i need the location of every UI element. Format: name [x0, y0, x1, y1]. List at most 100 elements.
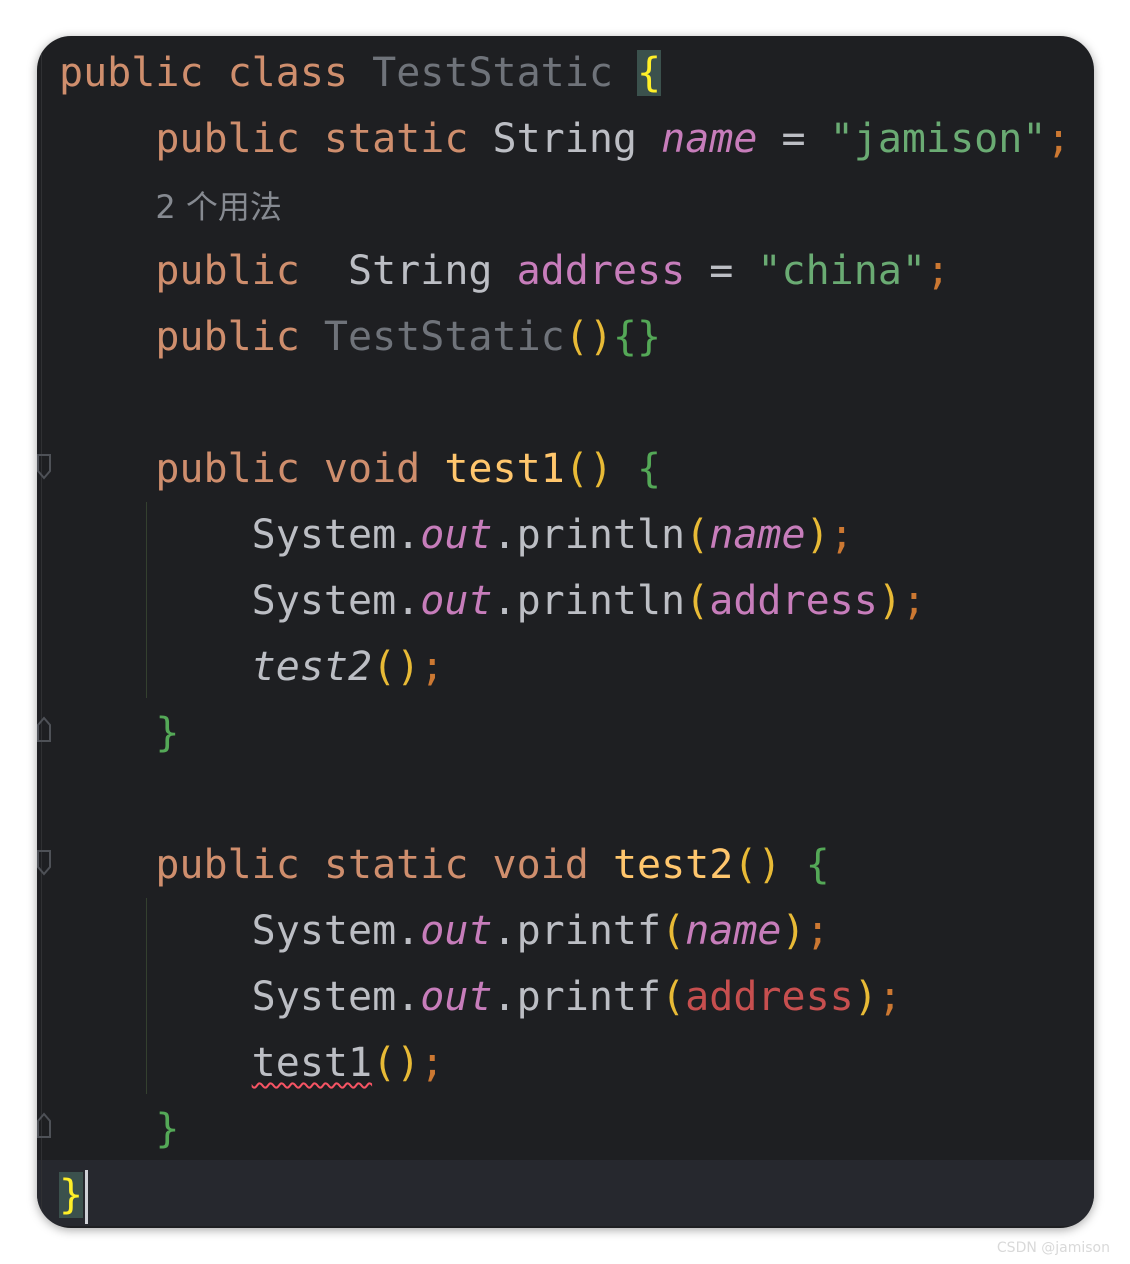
fold-end-icon[interactable] — [37, 1112, 51, 1138]
code-token: () — [733, 842, 782, 888]
code-token: System. — [251, 908, 421, 954]
code-token: System. — [251, 974, 421, 1020]
code-editor[interactable]: public class TestStatic { public static … — [37, 36, 1094, 1228]
fold-marker-icon[interactable] — [37, 454, 51, 480]
code-line[interactable]: test2(); — [59, 634, 1071, 700]
code-token: ; — [420, 644, 445, 690]
code-token: = — [757, 116, 830, 162]
code-token: ) — [781, 908, 806, 954]
code-token: out — [420, 974, 493, 1020]
code-token: {} — [612, 314, 662, 360]
code-token: ; — [901, 578, 926, 624]
code-token: String — [348, 248, 493, 294]
code-content[interactable]: public class TestStatic { public static … — [59, 40, 1071, 1228]
code-line[interactable]: public void test1() { — [59, 436, 1071, 502]
code-token: address — [685, 974, 854, 1020]
code-token: ) — [877, 578, 902, 624]
code-token: = — [685, 248, 758, 294]
code-token: System. — [251, 512, 421, 558]
code-token: ; — [420, 1040, 445, 1086]
code-token: () — [372, 1040, 421, 1086]
code-line[interactable]: test1(); — [59, 1030, 1071, 1096]
code-line[interactable]: public static String name = "jamison"; — [59, 106, 1071, 172]
code-token: String — [492, 116, 638, 162]
code-token: TestStatic — [372, 50, 613, 96]
code-line[interactable]: System.out.printf(name); — [59, 898, 1071, 964]
code-line[interactable]: System.out.println(name); — [59, 502, 1071, 568]
code-token: address — [709, 578, 878, 624]
code-token: "jamison" — [829, 116, 1047, 162]
code-token: "china" — [757, 248, 926, 294]
code-line[interactable] — [59, 370, 1071, 436]
code-token: class — [227, 50, 349, 96]
code-token: void — [492, 842, 589, 888]
code-line[interactable]: public TestStatic(){} — [59, 304, 1071, 370]
code-token: ( — [685, 512, 710, 558]
code-token: name — [685, 908, 782, 954]
code-token: ; — [829, 512, 854, 558]
code-line[interactable]: } — [59, 1096, 1071, 1162]
code-token: test1 — [444, 446, 565, 492]
usage-hint[interactable]: 2 个用法 — [155, 188, 282, 226]
code-line[interactable]: } — [59, 700, 1071, 766]
code-token: .printf — [492, 908, 662, 954]
code-token: static — [323, 842, 469, 888]
code-token: public — [155, 116, 300, 162]
code-token: ) — [853, 974, 878, 1020]
code-line[interactable] — [59, 766, 1071, 832]
code-token: ; — [805, 908, 830, 954]
code-token: TestStatic — [323, 314, 565, 360]
code-token: .println — [492, 578, 686, 624]
code-token: { — [805, 842, 830, 888]
fold-marker-icon[interactable] — [37, 850, 51, 876]
text-caret — [85, 1170, 89, 1224]
code-line[interactable]: public static void test2() { — [59, 832, 1071, 898]
code-token: name — [709, 512, 806, 558]
code-line[interactable]: } — [59, 1162, 1071, 1228]
code-token: ( — [685, 578, 710, 624]
code-line[interactable]: 2 个用法 — [59, 172, 1071, 238]
code-token: .printf — [492, 974, 662, 1020]
code-token: public — [155, 842, 300, 888]
code-token: public — [155, 314, 300, 360]
code-token: test1 — [251, 1040, 373, 1086]
code-token: static — [323, 116, 469, 162]
code-token: out — [420, 908, 493, 954]
gutter — [41, 46, 42, 1216]
code-token: } — [59, 1172, 84, 1218]
code-line[interactable]: System.out.println(address); — [59, 568, 1071, 634]
code-token: ( — [661, 908, 686, 954]
code-token: void — [323, 446, 421, 492]
code-line[interactable]: public class TestStatic { — [59, 40, 1071, 106]
code-token: ; — [926, 248, 951, 294]
fold-end-icon[interactable] — [37, 716, 51, 742]
code-line[interactable]: System.out.printf(address); — [59, 964, 1071, 1030]
code-token: public — [59, 50, 204, 96]
code-token: test2 — [251, 644, 373, 690]
code-token: () — [564, 314, 613, 360]
code-token: ; — [1046, 116, 1071, 162]
code-token: ( — [661, 974, 686, 1020]
watermark: CSDN @jamison — [996, 1240, 1110, 1256]
code-token: System. — [251, 578, 421, 624]
code-token: } — [155, 1106, 180, 1152]
code-line[interactable]: public String address = "china"; — [59, 238, 1071, 304]
code-token: () — [372, 644, 421, 690]
code-token: out — [420, 578, 493, 624]
code-token: () — [564, 446, 613, 492]
